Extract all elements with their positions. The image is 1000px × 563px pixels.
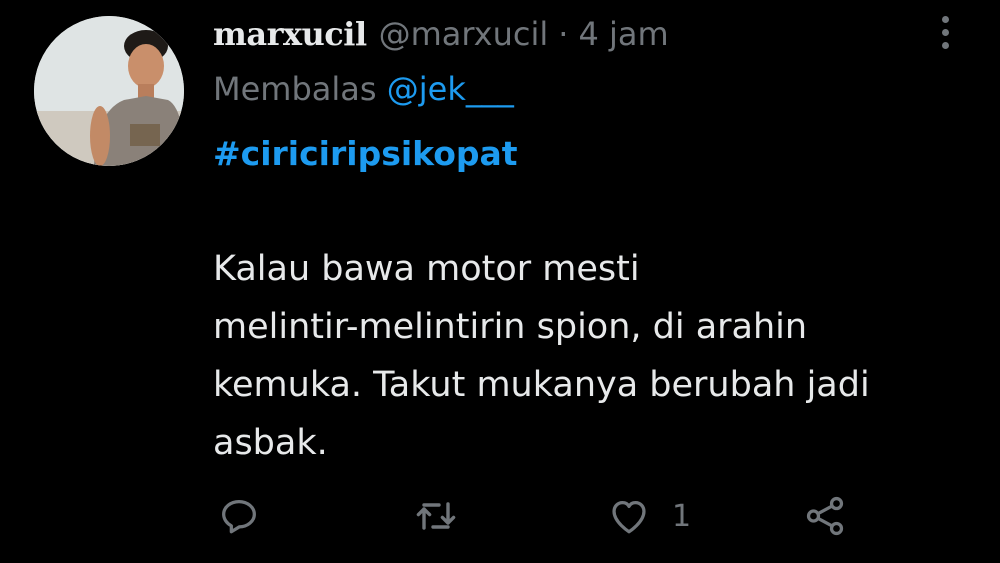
timestamp[interactable]: 4 jam (578, 15, 668, 53)
reply-icon (222, 499, 256, 534)
avatar[interactable] (34, 16, 184, 166)
retweet-button[interactable] (412, 488, 460, 544)
like-count: 1 (672, 498, 692, 534)
tweet-actions: 1 (0, 488, 1000, 544)
reply-button[interactable] (216, 488, 262, 544)
retweet-icon (416, 502, 456, 530)
display-name[interactable]: marxucil (213, 15, 367, 53)
more-vertical-icon[interactable] (930, 10, 960, 54)
replying-prefix: Membalas (213, 70, 377, 108)
heart-icon (612, 500, 646, 534)
avatar-image (34, 16, 184, 166)
hashtag-link[interactable]: #ciriciripsikopat (213, 134, 518, 173)
replying-mention-link[interactable]: @jek___ (387, 70, 514, 108)
replying-to: Membalas @jek___ (213, 70, 514, 108)
user-handle[interactable]: @marxucil (379, 15, 549, 53)
share-button[interactable] (802, 488, 848, 544)
tweet-text: Kalau bawa motor mesti melintir-melintir… (213, 249, 870, 463)
tweet-header: marxucil @marxucil · 4 jam (213, 12, 669, 56)
separator-dot: · (558, 15, 569, 53)
share-icon (806, 496, 844, 536)
like-button[interactable]: 1 (606, 488, 691, 544)
